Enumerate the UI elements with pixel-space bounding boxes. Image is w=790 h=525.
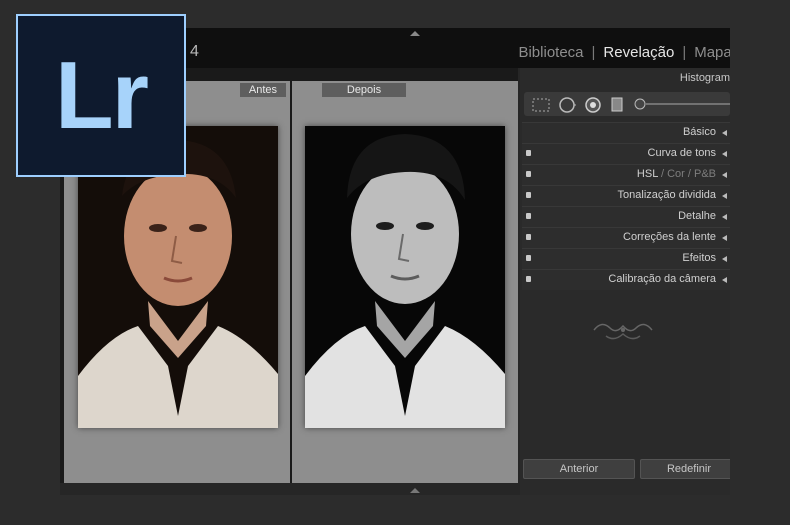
expand-triangle-icon[interactable]: [722, 235, 727, 241]
crop-tool-icon[interactable]: [532, 98, 550, 112]
section-label-text: HSL: [636, 168, 658, 180]
module-map[interactable]: Mapa: [694, 44, 730, 61]
panel-section-row[interactable]: Efeitos: [522, 248, 730, 269]
panel-section-row[interactable]: Tonalização dividida: [522, 185, 730, 206]
previous-button[interactable]: Anterior: [523, 459, 635, 479]
histogram-title[interactable]: Histogram: [680, 72, 730, 84]
section-label-text: Detalhe: [678, 210, 716, 222]
section-label-text: Tonalização dividida: [617, 189, 716, 201]
section-toggle-switch[interactable]: [526, 192, 531, 198]
section-label: HSL / Cor / P&B: [637, 168, 716, 180]
section-label: Efeitos: [682, 252, 716, 264]
expand-triangle-icon[interactable]: [722, 256, 727, 262]
panel-end-ornament-icon: [593, 323, 653, 340]
expand-triangle-icon[interactable]: [722, 214, 727, 220]
section-toggle-switch[interactable]: [526, 150, 531, 156]
app-version: 4: [190, 43, 199, 60]
section-label-text: Calibração da câmera: [608, 273, 716, 285]
section-label: Correções da lente: [623, 231, 716, 243]
section-label: Tonalização dividida: [618, 189, 716, 201]
module-library[interactable]: Biblioteca: [518, 44, 583, 61]
section-label-extra: / Cor / P&B: [657, 168, 716, 180]
section-label-text: Correções da lente: [623, 231, 716, 243]
panel-section-row[interactable]: Detalhe: [522, 206, 730, 227]
section-toggle-switch[interactable]: [526, 234, 531, 240]
section-label-text: Efeitos: [682, 252, 716, 264]
module-picker: Biblioteca | Revelação | Mapa | L: [518, 44, 730, 61]
section-toggle-switch[interactable]: [526, 171, 531, 177]
after-photo[interactable]: [305, 126, 505, 428]
expand-triangle-icon[interactable]: [722, 151, 727, 157]
section-label: Calibração da câmera: [608, 273, 716, 285]
after-portrait-image: [305, 126, 505, 428]
expand-triangle-icon[interactable]: [722, 193, 727, 199]
red-eye-icon[interactable]: [584, 96, 602, 114]
panel-section-row[interactable]: Curva de tons: [522, 143, 730, 164]
panel-section-row[interactable]: Básico: [522, 122, 730, 143]
expand-triangle-icon[interactable]: [722, 130, 727, 136]
section-toggle-switch[interactable]: [526, 213, 531, 219]
after-label: Depois: [322, 83, 406, 97]
before-label: Antes: [240, 83, 286, 97]
module-develop[interactable]: Revelação: [603, 44, 674, 61]
panel-section-row[interactable]: Correções da lente: [522, 227, 730, 248]
tool-strip: [524, 92, 730, 116]
expand-triangle-icon[interactable]: [722, 172, 727, 178]
lightroom-logo-text: Lr: [55, 41, 149, 149]
collapse-top-panel-icon[interactable]: [410, 31, 420, 36]
section-label: Curva de tons: [648, 147, 716, 159]
spot-removal-icon[interactable]: [558, 96, 576, 114]
panel-section-row[interactable]: HSL / Cor / P&B: [522, 164, 730, 185]
module-separator: |: [591, 44, 596, 61]
collapse-bottom-panel-icon[interactable]: [410, 488, 420, 493]
develop-right-panel: Histogram Básico Curva de tons HSL / Cor /…: [520, 68, 730, 495]
after-pane: Depois: [292, 81, 518, 483]
section-label-text: Curva de tons: [647, 147, 716, 159]
section-label-text: Básico: [682, 126, 716, 138]
lightroom-logo: Lr: [16, 14, 186, 177]
adjustment-brush-slider[interactable]: [634, 98, 730, 110]
reset-button[interactable]: Redefinir: [640, 459, 730, 479]
expand-triangle-icon[interactable]: [722, 277, 727, 283]
section-label: Básico: [683, 126, 716, 138]
section-label: Detalhe: [678, 210, 716, 222]
panel-section-row[interactable]: Calibração da câmera: [522, 269, 730, 290]
section-toggle-switch[interactable]: [526, 255, 531, 261]
graduated-filter-icon[interactable]: [610, 97, 624, 113]
module-separator: |: [682, 44, 687, 61]
section-toggle-switch[interactable]: [526, 276, 531, 282]
